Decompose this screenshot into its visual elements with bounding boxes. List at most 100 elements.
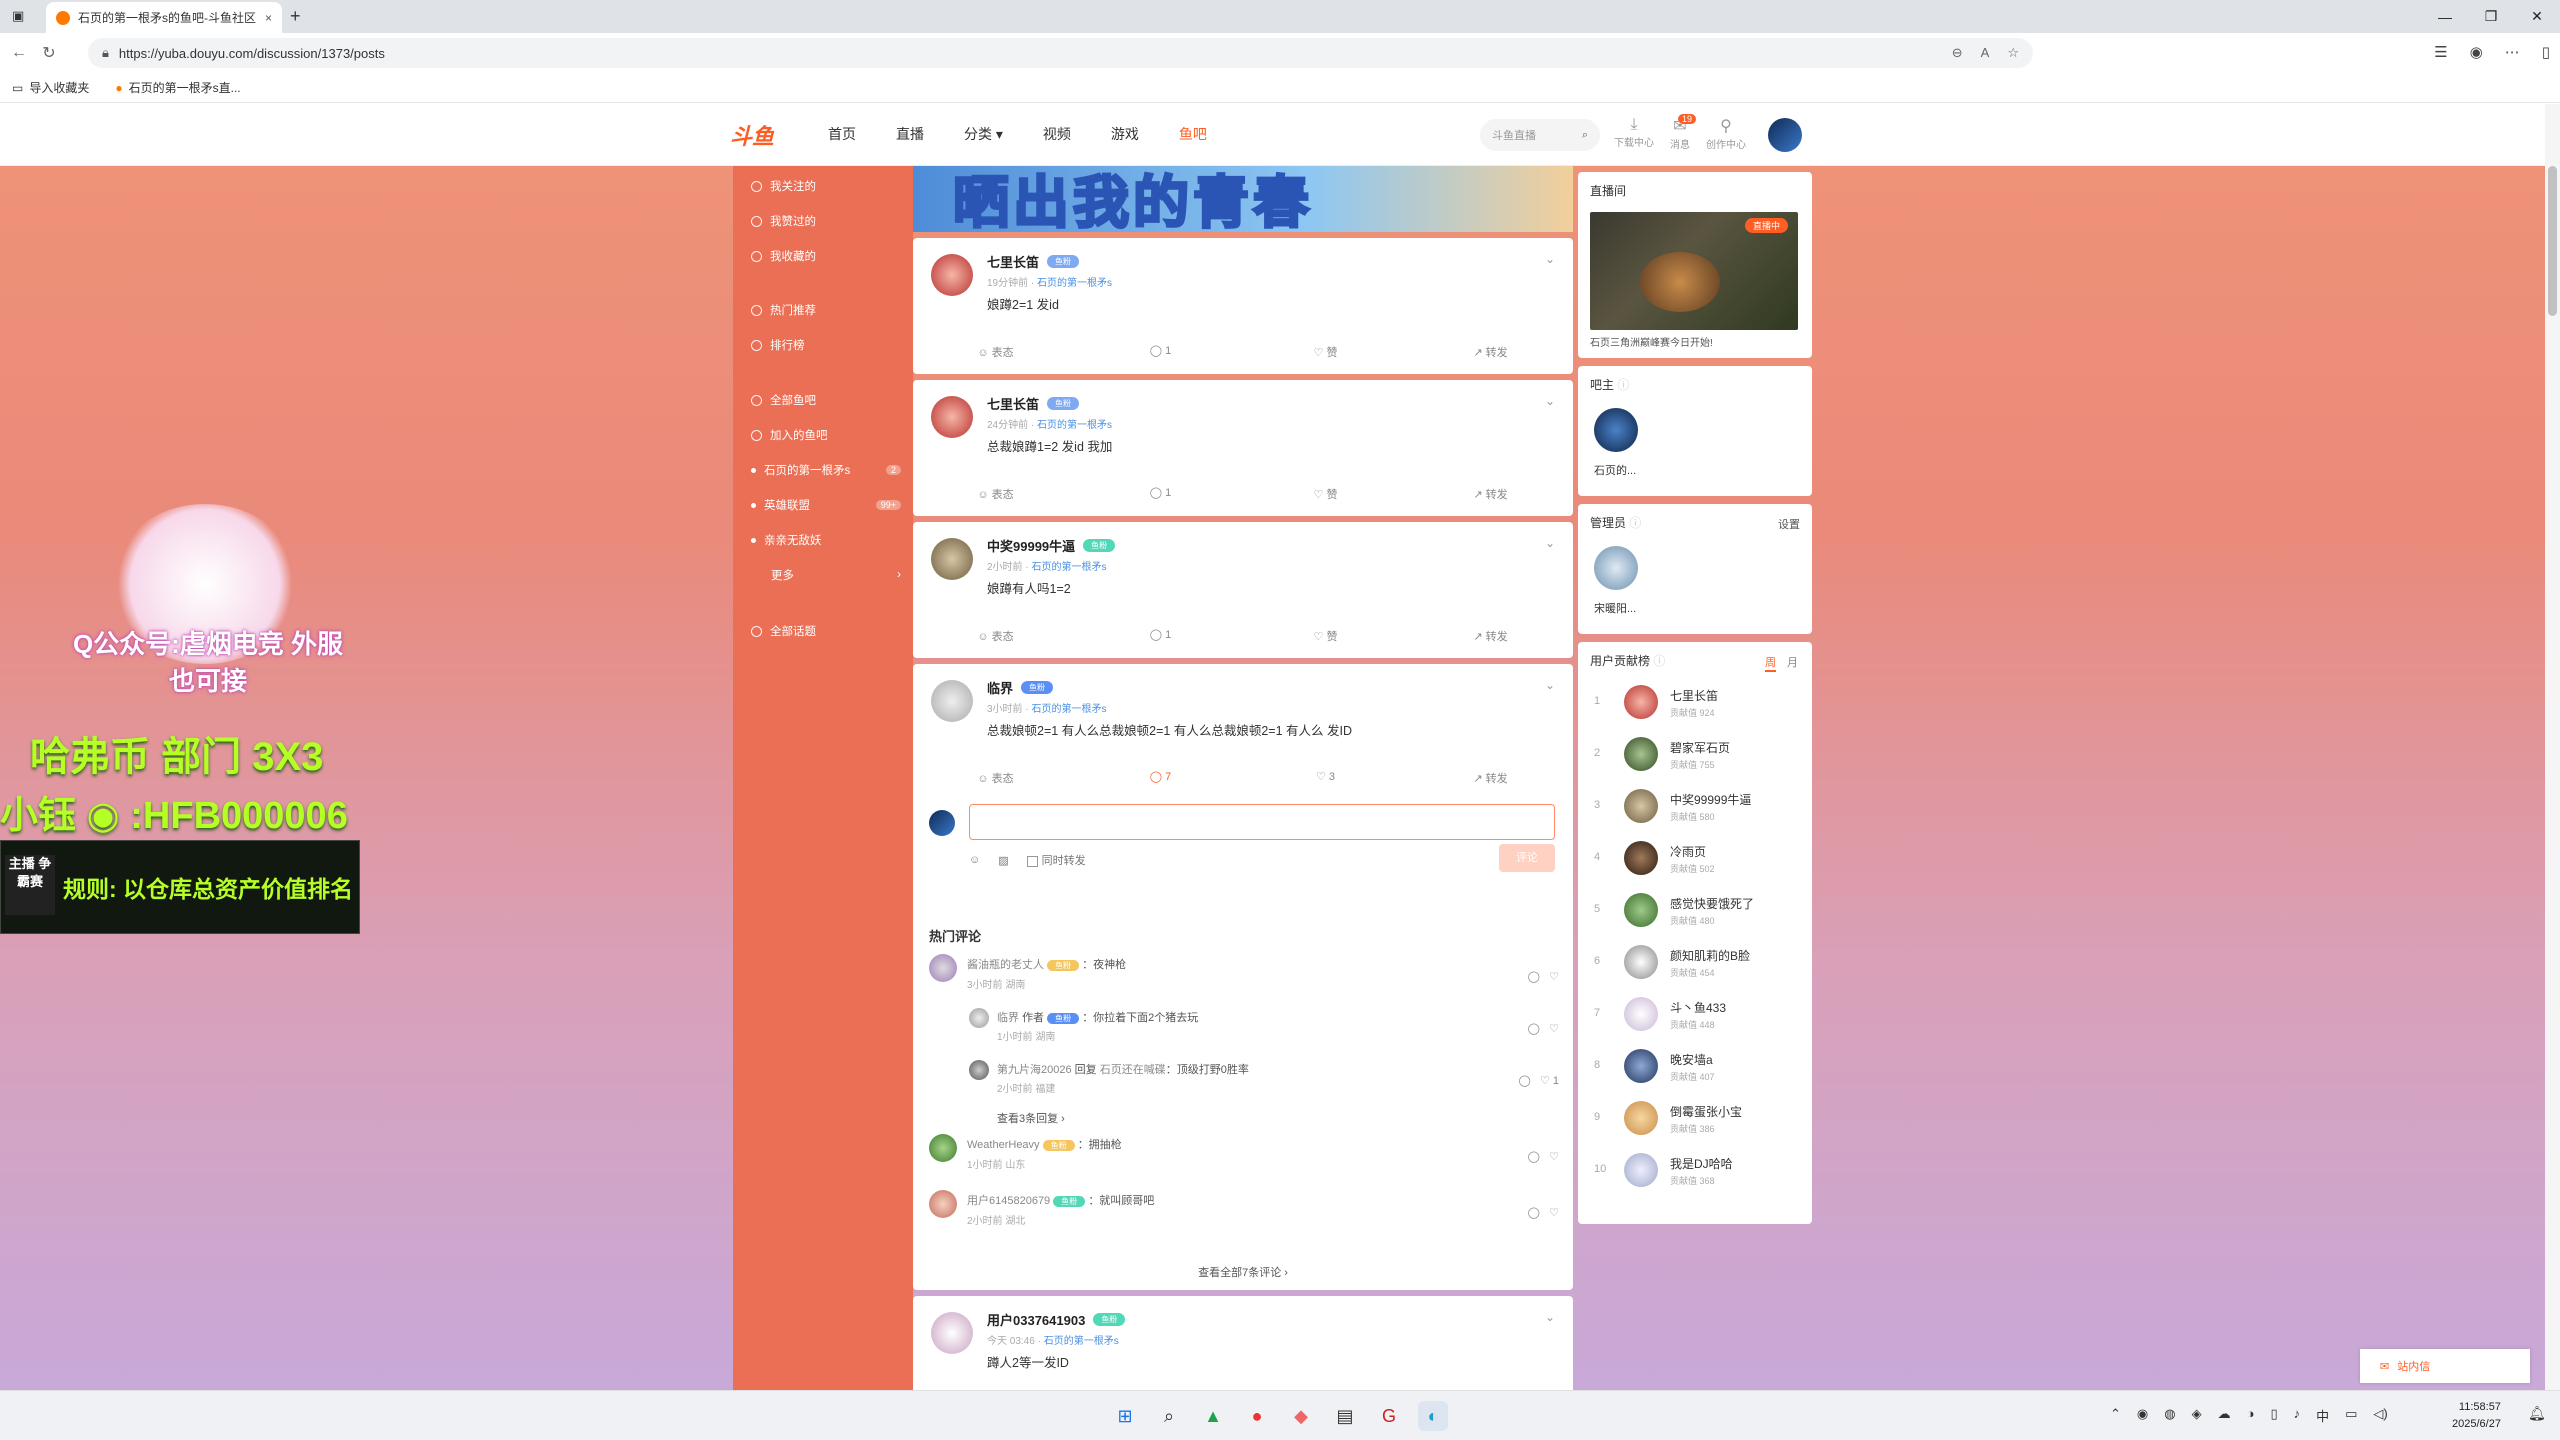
sidebar-toggle-icon[interactable]: ▣ xyxy=(12,8,24,24)
like-button[interactable]: ♡ 赞 xyxy=(1243,486,1408,502)
post-author[interactable]: 临界 鱼粉 xyxy=(987,678,1054,697)
reply-avatar[interactable] xyxy=(969,1008,989,1028)
post-author-avatar[interactable] xyxy=(931,538,973,580)
ranking-row[interactable]: 2 碧家军石页 贡献值 755 xyxy=(1578,732,1812,780)
like-button[interactable]: ♡ 3 xyxy=(1243,770,1408,786)
network-icon[interactable]: ▭ xyxy=(2345,1406,2357,1425)
read-aloud-icon[interactable]: A xyxy=(1981,45,1990,61)
douyu-logo[interactable]: 斗鱼 xyxy=(730,119,774,151)
favorite-star-icon[interactable]: ☆ xyxy=(2007,45,2019,61)
nav-home[interactable]: 首页 xyxy=(828,124,856,144)
live-thumbnail[interactable]: 直播中 xyxy=(1590,212,1798,330)
comment-input[interactable] xyxy=(969,804,1555,840)
heart-icon[interactable]: ♡ xyxy=(1549,971,1559,983)
app-game-icon[interactable]: ◆ xyxy=(1286,1401,1316,1431)
chevron-down-icon[interactable]: ⌄ xyxy=(1545,252,1555,266)
sidebar-item-hot[interactable]: 热门推荐 xyxy=(751,302,901,318)
sidebar-item-more[interactable]: 更多 › xyxy=(751,567,901,583)
profile-icon[interactable]: ◉ xyxy=(2470,43,2483,61)
react-button[interactable]: ☺ 表态 xyxy=(913,628,1078,644)
sidebar-item-forum-shiye[interactable]: 石页的第一根矛s 2 xyxy=(751,462,901,478)
nav-yuba[interactable]: 鱼吧 xyxy=(1179,124,1207,144)
admin-avatar[interactable] xyxy=(1594,546,1638,590)
minimize-icon[interactable]: — xyxy=(2422,0,2468,33)
post-author[interactable]: 七里长笛 鱼粉 xyxy=(987,394,1080,413)
sidebar-item-topics[interactable]: 全部话题 xyxy=(751,623,901,639)
like-button[interactable]: ♡ 赞 xyxy=(1243,344,1408,360)
chevron-down-icon[interactable]: ⌄ xyxy=(1545,394,1555,408)
sidebar-item-forum-lol[interactable]: 英雄联盟 99+ xyxy=(751,497,901,513)
share-button[interactable]: ↗ 转发 xyxy=(1408,628,1573,644)
post-author[interactable]: 七里长笛 鱼粉 xyxy=(987,252,1080,271)
post-text[interactable]: 总裁娘蹲1=2 发id 我加 xyxy=(987,436,1112,455)
sidebar-item-joined[interactable]: 加入的鱼吧 xyxy=(751,427,901,443)
new-tab-button[interactable]: + xyxy=(290,6,301,27)
image-icon[interactable]: ▨ xyxy=(998,854,1008,867)
creator-center[interactable]: ⚲ 创作中心 xyxy=(1706,116,1746,151)
tab-month[interactable]: 月 xyxy=(1787,654,1798,670)
comment-button[interactable]: ◯ 1 xyxy=(1078,628,1243,644)
app-green-icon[interactable]: ▲ xyxy=(1198,1401,1228,1431)
nav-video[interactable]: 视频 xyxy=(1043,124,1071,144)
app-g-icon[interactable]: G xyxy=(1374,1401,1404,1431)
chevron-down-icon[interactable]: ⌄ xyxy=(1545,678,1555,692)
ranking-row[interactable]: 10 我是DJ哈哈 贡献值 368 xyxy=(1578,1148,1812,1196)
heart-icon[interactable]: ♡ xyxy=(1549,1151,1559,1163)
post-author[interactable]: 中奖99999牛逼 鱼粉 xyxy=(987,536,1116,555)
sidebar-icon[interactable]: ▯ xyxy=(2542,43,2550,61)
tab-week[interactable]: 周 xyxy=(1765,654,1776,672)
microphone-icon[interactable]: ♪ xyxy=(2294,1406,2301,1425)
ranking-row[interactable]: 3 中奖99999牛逼 贡献值 580 xyxy=(1578,784,1812,832)
post-author[interactable]: 用户0337641903 鱼粉 xyxy=(987,1310,1126,1329)
forum-link[interactable]: 石页的第一根矛s xyxy=(1044,1336,1119,1347)
app-red-dot-icon[interactable]: ● xyxy=(1242,1401,1272,1431)
post-author-avatar[interactable] xyxy=(931,680,973,722)
ranking-row[interactable]: 6 颜知肌莉的B脸 贡献值 454 xyxy=(1578,940,1812,988)
nav-game[interactable]: 游戏 xyxy=(1111,124,1139,144)
collections-icon[interactable]: ☰ xyxy=(2434,43,2447,61)
user-avatar[interactable] xyxy=(1768,118,1802,152)
browser-tab-active[interactable]: 石页的第一根矛s的鱼吧-斗鱼社区 × xyxy=(46,2,282,33)
post-text[interactable]: 总裁娘顿2=1 有人么总裁娘顿2=1 有人么总裁娘顿2=1 有人么 发ID xyxy=(987,720,1352,739)
bookmark-douyu[interactable]: ● 石页的第一根矛s直... xyxy=(115,79,240,96)
volume-icon[interactable]: ◁) xyxy=(2373,1406,2387,1425)
sidebar-item-all-forums[interactable]: 全部鱼吧 xyxy=(751,392,901,408)
comment-button[interactable]: ◯ 7 xyxy=(1078,770,1243,786)
forum-link[interactable]: 石页的第一根矛s xyxy=(1037,278,1112,289)
chevron-down-icon[interactable]: ⌄ xyxy=(1545,1310,1555,1324)
sidebar-item-liked[interactable]: 我赞过的 xyxy=(751,213,901,229)
sidebar-item-favorites[interactable]: 我收藏的 xyxy=(751,248,901,264)
comment-avatar[interactable] xyxy=(929,1190,957,1218)
see-replies-link[interactable]: 查看3条回复 › xyxy=(997,1110,1065,1126)
owner-name[interactable]: 石页的... xyxy=(1594,462,1636,478)
admin-settings-link[interactable]: 设置 xyxy=(1778,516,1800,532)
ranking-row[interactable]: 5 感觉快要饿死了 贡献值 480 xyxy=(1578,888,1812,936)
reply-icon[interactable]: ◯ xyxy=(1528,1023,1540,1035)
url-bar[interactable]: 🔒︎ https://yuba.douyu.com/discussion/137… xyxy=(88,38,2033,68)
comment-user[interactable]: 酱油瓶的老丈人 xyxy=(967,959,1044,971)
reply-icon[interactable]: ◯ xyxy=(1528,971,1540,983)
more-menu-icon[interactable]: ⋯ xyxy=(2505,43,2520,61)
nav-category[interactable]: 分类 ▾ xyxy=(964,124,1003,144)
owner-avatar[interactable] xyxy=(1594,408,1638,452)
admin-name[interactable]: 宋暖阳... xyxy=(1594,600,1636,616)
tray-app-icon[interactable]: ◍ xyxy=(2164,1406,2175,1425)
site-message-button[interactable]: ✉ 站内信 xyxy=(2360,1349,2530,1383)
see-all-comments-link[interactable]: 查看全部7条评论 › xyxy=(913,1264,1573,1280)
tray-app-icon[interactable]: ☁ xyxy=(2218,1406,2231,1425)
forum-link[interactable]: 石页的第一根矛s xyxy=(1031,704,1106,715)
emoji-icon[interactable]: ☺ xyxy=(969,854,980,866)
sidebar-item-forum-qinqin[interactable]: 亲亲无敌妖 xyxy=(751,532,901,548)
ranking-row[interactable]: 9 倒霉蛋张小宝 贡献值 386 xyxy=(1578,1096,1812,1144)
comment-avatar[interactable] xyxy=(929,1134,957,1162)
maximize-icon[interactable]: ❐ xyxy=(2468,0,2514,33)
comment-button[interactable]: ◯ 1 xyxy=(1078,344,1243,360)
refresh-icon[interactable]: ↻ xyxy=(34,43,64,63)
post-author-avatar[interactable] xyxy=(931,1312,973,1354)
start-icon[interactable]: ⊞ xyxy=(1110,1401,1140,1431)
zoom-icon[interactable]: ⊖ xyxy=(1952,45,1963,61)
repost-checkbox[interactable]: 同时转发 xyxy=(1026,852,1086,868)
scrollbar-thumb[interactable] xyxy=(2548,166,2557,316)
post-text[interactable]: 蹲人2等一发ID xyxy=(987,1352,1069,1371)
submit-comment-button[interactable]: 评论 xyxy=(1499,844,1555,872)
